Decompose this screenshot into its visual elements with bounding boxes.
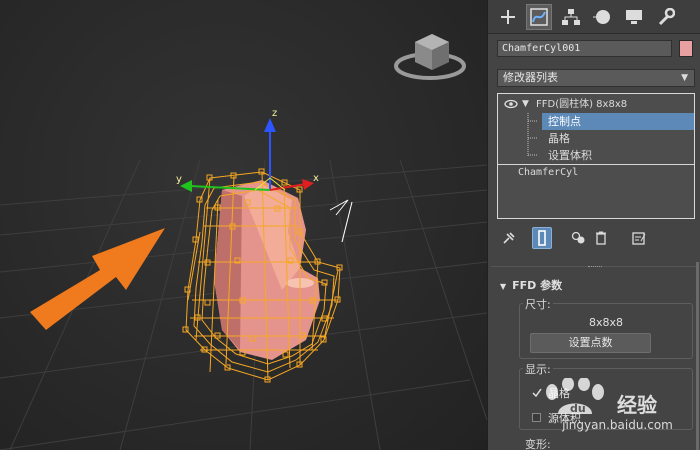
watermark-url: jingyan.baidu.com	[562, 418, 673, 432]
hierarchy-icon[interactable]	[558, 4, 584, 30]
baidu-paw-logo: du	[546, 378, 604, 415]
make-unique-icon[interactable]	[569, 227, 589, 249]
stack-item-ffd[interactable]: ▼ FFD(圆柱体) 8x8x8	[502, 96, 692, 113]
display-monitor-icon[interactable]	[621, 4, 647, 30]
viewport-scene: z y x	[0, 34, 487, 450]
pointer-arrow	[30, 228, 165, 330]
ffd-params-title: FFD 参数	[512, 279, 563, 292]
perspective-viewport[interactable]: z y x	[0, 0, 487, 450]
utilities-wrench-icon[interactable]	[653, 4, 679, 30]
viewcube[interactable]	[394, 34, 466, 80]
command-panel-tabs	[488, 0, 700, 34]
modify-curve-icon[interactable]	[526, 4, 552, 30]
modifier-stack-toolbar	[497, 227, 695, 249]
ffd-params-rollout-header[interactable]: ▼ FFD 参数	[500, 277, 562, 293]
collapse-triangle-icon: ▼	[500, 282, 507, 291]
modifier-list-dropdown[interactable]: 修改器列表 ▼	[497, 69, 695, 87]
remove-modifier-trash-icon[interactable]	[591, 227, 611, 249]
ffd-modifier-label: FFD(圆柱体) 8x8x8	[536, 99, 628, 110]
rollout-grip[interactable]	[588, 266, 602, 267]
create-plus-icon[interactable]	[495, 4, 521, 30]
stack-tree-lines	[527, 113, 538, 157]
stack-item-base-object[interactable]: ChamferCyl	[518, 164, 688, 181]
motion-circle-icon[interactable]	[589, 4, 615, 30]
expand-triangle-icon[interactable]: ▼	[522, 96, 529, 113]
configure-modifier-sets-icon[interactable]	[629, 227, 649, 249]
display-label: 显示:	[523, 361, 553, 377]
deform-label: 变形:	[523, 436, 553, 450]
eye-icon[interactable]	[504, 96, 518, 118]
gizmo-y-label: y	[176, 174, 182, 185]
show-end-result-icon[interactable]	[532, 227, 552, 249]
pin-stack-icon[interactable]	[499, 227, 519, 249]
object-color-swatch[interactable]	[679, 40, 693, 57]
stack-sub-item-set-volume[interactable]: 设置体积	[542, 147, 694, 164]
gizmo-z-label: z	[272, 108, 277, 119]
object-name-field[interactable]: ChamferCyl001	[497, 40, 672, 57]
watermark-text: 经验	[617, 393, 657, 417]
stack-sub-item-control-points[interactable]: 控制点	[542, 113, 694, 130]
dimensions-value: 8x8x8	[588, 316, 623, 329]
svg-text:du: du	[570, 402, 586, 415]
set-number-of-points-button[interactable]: 设置点数	[530, 333, 651, 353]
stack-sub-item-lattice[interactable]: 晶格	[542, 130, 694, 147]
chevron-down-icon: ▼	[681, 73, 688, 83]
baidu-jingyan-watermark: du 经验 jingyan.baidu.com	[540, 378, 700, 438]
gizmo-x-label: x	[313, 173, 319, 184]
modifier-stack[interactable]: ▼ FFD(圆柱体) 8x8x8 控制点 晶格 设置体积 ChamferCyl	[497, 93, 695, 219]
modifier-list-label: 修改器列表	[503, 71, 558, 84]
dimensions-label: 尺寸:	[523, 296, 553, 312]
